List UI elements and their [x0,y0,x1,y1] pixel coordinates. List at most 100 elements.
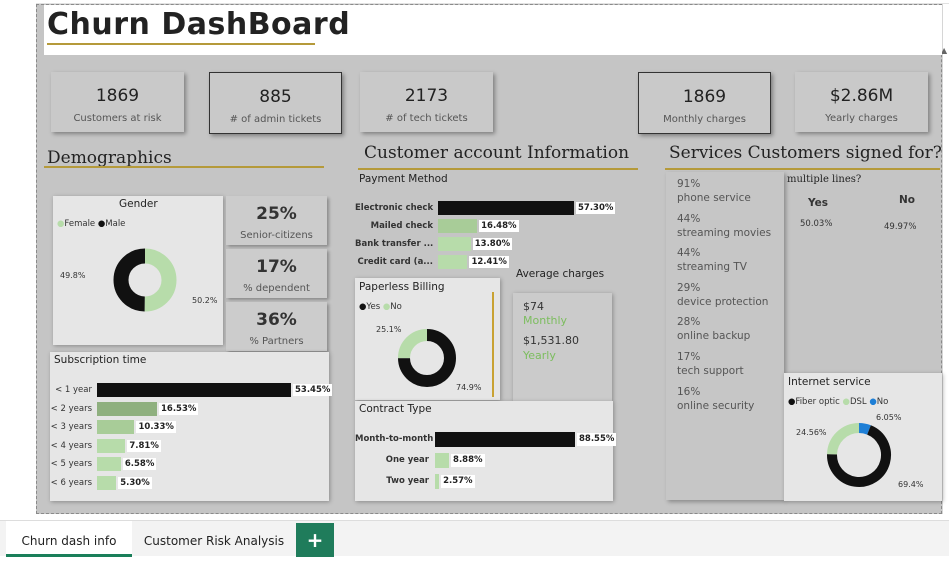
bar-category-label: < 4 years [50,440,92,451]
bar-category-label: Two year [386,476,429,486]
bar[interactable] [97,438,126,453]
bar-category-label: Electronic check [355,203,434,213]
label-yes-pct: 74.9% [456,383,482,392]
bar-category-label: < 1 year [55,385,92,395]
bar-category-label: Credit card (a... [357,257,433,267]
bar-value-label: 7.81% [127,439,161,452]
bar[interactable] [435,432,575,447]
service-label: device protection [677,295,769,308]
gender-chart-panel[interactable]: Gender ●Female ●Male 49.8% 50.2% [53,196,223,345]
kpi-card-admin-tickets[interactable]: 885 # of admin tickets [209,72,342,134]
kpi-value: 2173 [404,86,449,106]
bar[interactable] [438,201,574,215]
page-tabs: Churn dash info Customer Risk Analysis + [0,520,949,557]
services-list-card[interactable]: 91% phone service 44% streaming movies 44% st… [666,172,784,500]
bar-value-label: 6.58% [122,458,157,470]
stat-senior-citizens[interactable]: 25% Senior-citizens [226,196,327,245]
bar-category-label: Mailed check [370,221,433,231]
stat-partners[interactable]: 36% % Partners [226,302,327,351]
service-pct: 44% [677,247,701,260]
avg-yearly-label: Yearly [523,349,556,362]
donut-slice-no[interactable] [858,423,871,435]
kpi-value: $2.86M [829,86,894,106]
tab-customer-risk-analysis[interactable]: Customer Risk Analysis [136,521,292,557]
multiple-lines-yes-value: 50.03% [800,219,833,229]
contract-chart-panel[interactable]: Contract Type Month-to-month 88.55% One ye… [355,401,617,501]
multiple-lines-yes-label: Yes [808,197,829,209]
tab-churn-dash-info[interactable]: Churn dash info [6,521,132,557]
multiple-lines-no-label: No [899,194,916,206]
avg-yearly-value: $1,531.80 [523,334,579,347]
service-label: tech support [677,365,744,377]
label-male-pct: 49.8% [60,271,86,280]
service-label: online backup [677,330,751,343]
kpi-card-yearly-charges[interactable]: $2.86M Yearly charges [795,72,928,132]
kpi-label: # of admin tickets [229,114,322,125]
service-pct: 28% [677,316,701,329]
bar[interactable] [438,219,478,233]
kpi-card-monthly-charges[interactable]: 1869 Monthly charges [638,72,771,134]
contract-chart-title: Contract Type [359,403,432,415]
bar-value-label: 16.48% [479,220,519,232]
stat-value: 36% [256,310,297,330]
section-underline [44,166,324,168]
bar-value-label: 12.41% [469,256,509,268]
add-page-button[interactable]: + [296,523,334,557]
kpi-card-tech-tickets[interactable]: 2173 # of tech tickets [360,72,493,132]
bar[interactable] [435,474,440,489]
bar[interactable] [97,420,135,434]
bar-value-label: 13.80% [472,238,513,250]
avg-charges-card[interactable]: $74 Monthly $1,531.80 Yearly [513,293,612,401]
service-pct: 16% [677,385,701,398]
section-underline [358,168,638,170]
slicer-accent-line [492,292,494,397]
label-no-pct: 25.1% [376,325,402,334]
donut-slice-female[interactable] [144,248,177,312]
donut-slice-male[interactable] [113,248,146,312]
stat-label: % dependent [243,283,310,294]
vertical-scrollbar[interactable]: ▲ [941,4,949,514]
subscription-chart-panel[interactable]: Subscription time < 1 year 53.45% < 2 year… [50,352,333,501]
kpi-label: # of tech tickets [385,113,468,124]
donut-slice-no[interactable] [398,329,428,359]
label-dsl-pct: 24.56% [796,428,827,437]
multiple-lines-no-value: 49.97% [884,222,917,232]
payment-chart-title: Payment Method [359,173,448,185]
service-pct: 44% [677,212,701,225]
kpi-label: Yearly charges [825,113,898,124]
bar-category-label: < 6 years [50,477,92,488]
kpi-value: 1869 [682,87,727,107]
kpi-card-customers-at-risk[interactable]: 1869 Customers at risk [51,72,184,132]
avg-monthly-label: Monthly [523,314,568,327]
service-label: streaming movies [677,226,772,239]
bar-value-label: 88.55% [577,433,617,446]
kpi-value: 1869 [95,86,140,106]
paperless-chart-panel[interactable]: Paperless Billing ●Yes ●No 25.1% 74.9% [355,278,500,400]
title-underline [47,43,315,45]
paperless-donut: 25.1% 74.9% [376,325,482,392]
gender-donut: 49.8% 50.2% [60,248,218,312]
donut-slice-dsl[interactable] [827,423,860,455]
internet-chart-panel[interactable]: Internet service ●Fiber optic ●DSL ●No 6… [784,373,942,501]
subscription-chart-title: Subscription time [54,354,147,366]
stat-dependent[interactable]: 17% % dependent [226,249,327,298]
bar[interactable] [97,401,157,416]
kpi-value: 885 [259,87,292,107]
bar[interactable] [97,475,117,490]
bar-value-label: 57.30% [576,202,616,214]
bar-category-label: < 5 years [50,459,92,469]
bar[interactable] [438,237,471,251]
stat-label: Senior-citizens [240,230,313,241]
multiple-lines-title: multiple lines? [787,174,862,185]
service-pct: 29% [677,281,701,294]
label-female-pct: 50.2% [192,296,218,305]
title-bar: Churn DashBoard [44,5,942,55]
bar[interactable] [435,453,450,468]
service-label: online security [677,399,755,412]
internet-donut: 6.05% 24.56% 69.4% [796,413,924,489]
kpi-label: Monthly charges [663,114,746,125]
bar[interactable] [438,255,468,269]
bar[interactable] [97,383,291,397]
bar-value-label: 5.30% [118,476,152,489]
bar[interactable] [97,457,121,471]
